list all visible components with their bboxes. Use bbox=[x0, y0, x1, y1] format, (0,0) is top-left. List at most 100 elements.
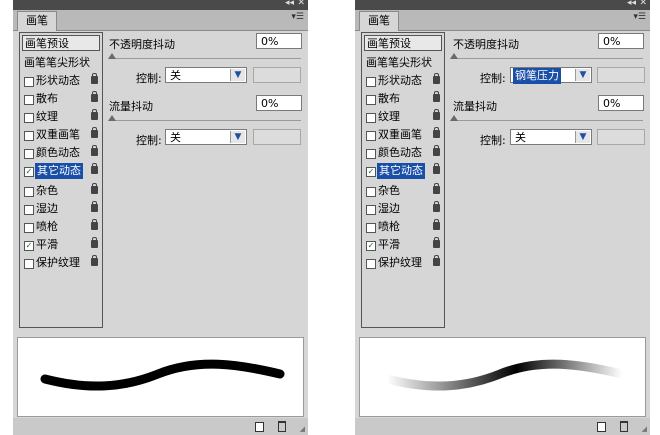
opacity-jitter-field[interactable]: 0% bbox=[598, 33, 644, 49]
checkbox-checked[interactable]: ✓ bbox=[366, 241, 376, 251]
checkbox[interactable] bbox=[24, 113, 34, 123]
list-item[interactable]: 形状动态 bbox=[24, 73, 100, 89]
lock-icon[interactable] bbox=[433, 237, 440, 248]
trash-icon[interactable] bbox=[620, 421, 628, 432]
checkbox[interactable] bbox=[24, 259, 34, 269]
opacity-control-select[interactable]: 关 ▼ bbox=[165, 67, 247, 83]
list-item-selected[interactable]: ✓ 其它动态 bbox=[24, 163, 100, 179]
list-item[interactable]: 喷枪 bbox=[24, 219, 100, 235]
lock-icon[interactable] bbox=[91, 91, 98, 102]
checkbox[interactable] bbox=[366, 131, 376, 141]
list-item[interactable]: ✓ 平滑 bbox=[366, 237, 442, 253]
lock-icon[interactable] bbox=[91, 255, 98, 266]
lock-icon[interactable] bbox=[433, 73, 440, 84]
list-item[interactable]: 纹理 bbox=[24, 109, 100, 125]
lock-icon[interactable] bbox=[91, 201, 98, 212]
close-icon[interactable]: ✕ bbox=[639, 0, 647, 8]
list-item[interactable]: 杂色 bbox=[24, 183, 100, 199]
list-item[interactable]: 散布 bbox=[24, 91, 100, 107]
trash-icon[interactable] bbox=[278, 421, 286, 432]
list-item[interactable]: 湿边 bbox=[24, 201, 100, 217]
list-item[interactable]: 颜色动态 bbox=[366, 145, 442, 161]
brush-presets-button[interactable]: 画笔预设 bbox=[364, 35, 442, 51]
list-item[interactable]: 湿边 bbox=[366, 201, 442, 217]
list-item[interactable]: 形状动态 bbox=[366, 73, 442, 89]
opacity-jitter-slider[interactable] bbox=[113, 58, 301, 59]
double-chevron-icon[interactable]: ◂◂ bbox=[627, 0, 636, 8]
checkbox[interactable] bbox=[366, 95, 376, 105]
lock-icon[interactable] bbox=[91, 183, 98, 194]
lock-icon[interactable] bbox=[433, 91, 440, 102]
flow-jitter-slider-thumb[interactable] bbox=[450, 115, 458, 121]
checkbox[interactable] bbox=[366, 223, 376, 233]
brush-tip-shape-item[interactable]: 画笔笔尖形状 bbox=[24, 55, 90, 71]
panel-menu-icon[interactable]: ▾☰ bbox=[633, 12, 646, 22]
flow-jitter-field[interactable]: 0% bbox=[598, 95, 644, 111]
flow-jitter-slider[interactable] bbox=[113, 120, 301, 121]
list-item[interactable]: 保护纹理 bbox=[366, 255, 442, 271]
lock-icon[interactable] bbox=[433, 183, 440, 194]
checkbox-checked[interactable]: ✓ bbox=[24, 167, 34, 177]
lock-icon[interactable] bbox=[91, 145, 98, 156]
checkbox[interactable] bbox=[24, 131, 34, 141]
checkbox[interactable] bbox=[24, 149, 34, 159]
lock-icon[interactable] bbox=[91, 237, 98, 248]
list-item[interactable]: 散布 bbox=[366, 91, 442, 107]
tab-brush[interactable]: 画笔 bbox=[359, 11, 399, 31]
lock-icon[interactable] bbox=[433, 201, 440, 212]
lock-icon[interactable] bbox=[433, 255, 440, 266]
flow-jitter-slider-thumb[interactable] bbox=[108, 115, 116, 121]
checkbox[interactable] bbox=[366, 259, 376, 269]
checkbox[interactable] bbox=[366, 149, 376, 159]
chevron-down-icon[interactable]: ▼ bbox=[575, 69, 590, 81]
list-item[interactable]: 保护纹理 bbox=[24, 255, 100, 271]
lock-icon[interactable] bbox=[433, 109, 440, 120]
resize-grip-icon[interactable]: ◢ bbox=[642, 425, 647, 433]
flow-control-select[interactable]: 关 ▼ bbox=[510, 129, 592, 145]
checkbox[interactable] bbox=[366, 113, 376, 123]
lock-icon[interactable] bbox=[91, 163, 98, 174]
checkbox-checked[interactable]: ✓ bbox=[24, 241, 34, 251]
list-item[interactable]: 杂色 bbox=[366, 183, 442, 199]
brush-presets-button[interactable]: 画笔预设 bbox=[22, 35, 100, 51]
lock-icon[interactable] bbox=[433, 219, 440, 230]
chevron-down-icon[interactable]: ▼ bbox=[575, 131, 590, 143]
checkbox[interactable] bbox=[366, 187, 376, 197]
flow-jitter-slider[interactable] bbox=[455, 120, 643, 121]
opacity-jitter-slider-thumb[interactable] bbox=[108, 53, 116, 59]
list-item[interactable]: 颜色动态 bbox=[24, 145, 100, 161]
new-brush-icon[interactable] bbox=[597, 422, 606, 432]
lock-icon[interactable] bbox=[433, 163, 440, 174]
panel-menu-icon[interactable]: ▾☰ bbox=[291, 12, 304, 22]
checkbox[interactable] bbox=[366, 77, 376, 87]
lock-icon[interactable] bbox=[91, 109, 98, 120]
tab-brush[interactable]: 画笔 bbox=[17, 11, 57, 31]
opacity-jitter-slider[interactable] bbox=[455, 58, 643, 59]
lock-icon[interactable] bbox=[91, 127, 98, 138]
checkbox[interactable] bbox=[24, 187, 34, 197]
list-item[interactable]: 纹理 bbox=[366, 109, 442, 125]
chevron-down-icon[interactable]: ▼ bbox=[230, 131, 245, 143]
lock-icon[interactable] bbox=[433, 127, 440, 138]
list-item[interactable]: 双重画笔 bbox=[24, 127, 100, 143]
flow-jitter-field[interactable]: 0% bbox=[256, 95, 302, 111]
list-item[interactable]: 喷枪 bbox=[366, 219, 442, 235]
double-chevron-icon[interactable]: ◂◂ bbox=[285, 0, 294, 8]
opacity-jitter-field[interactable]: 0% bbox=[256, 33, 302, 49]
brush-tip-shape-item[interactable]: 画笔笔尖形状 bbox=[366, 55, 432, 71]
list-item-selected[interactable]: ✓ 其它动态 bbox=[366, 163, 442, 179]
new-brush-icon[interactable] bbox=[255, 422, 264, 432]
resize-grip-icon[interactable]: ◢ bbox=[300, 425, 305, 433]
lock-icon[interactable] bbox=[91, 73, 98, 84]
checkbox[interactable] bbox=[366, 205, 376, 215]
lock-icon[interactable] bbox=[91, 219, 98, 230]
checkbox[interactable] bbox=[24, 223, 34, 233]
checkbox[interactable] bbox=[24, 95, 34, 105]
checkbox[interactable] bbox=[24, 205, 34, 215]
checkbox[interactable] bbox=[24, 77, 34, 87]
lock-icon[interactable] bbox=[433, 145, 440, 156]
close-icon[interactable]: ✕ bbox=[297, 0, 305, 8]
opacity-jitter-slider-thumb[interactable] bbox=[450, 53, 458, 59]
list-item[interactable]: ✓ 平滑 bbox=[24, 237, 100, 253]
checkbox-checked[interactable]: ✓ bbox=[366, 167, 376, 177]
